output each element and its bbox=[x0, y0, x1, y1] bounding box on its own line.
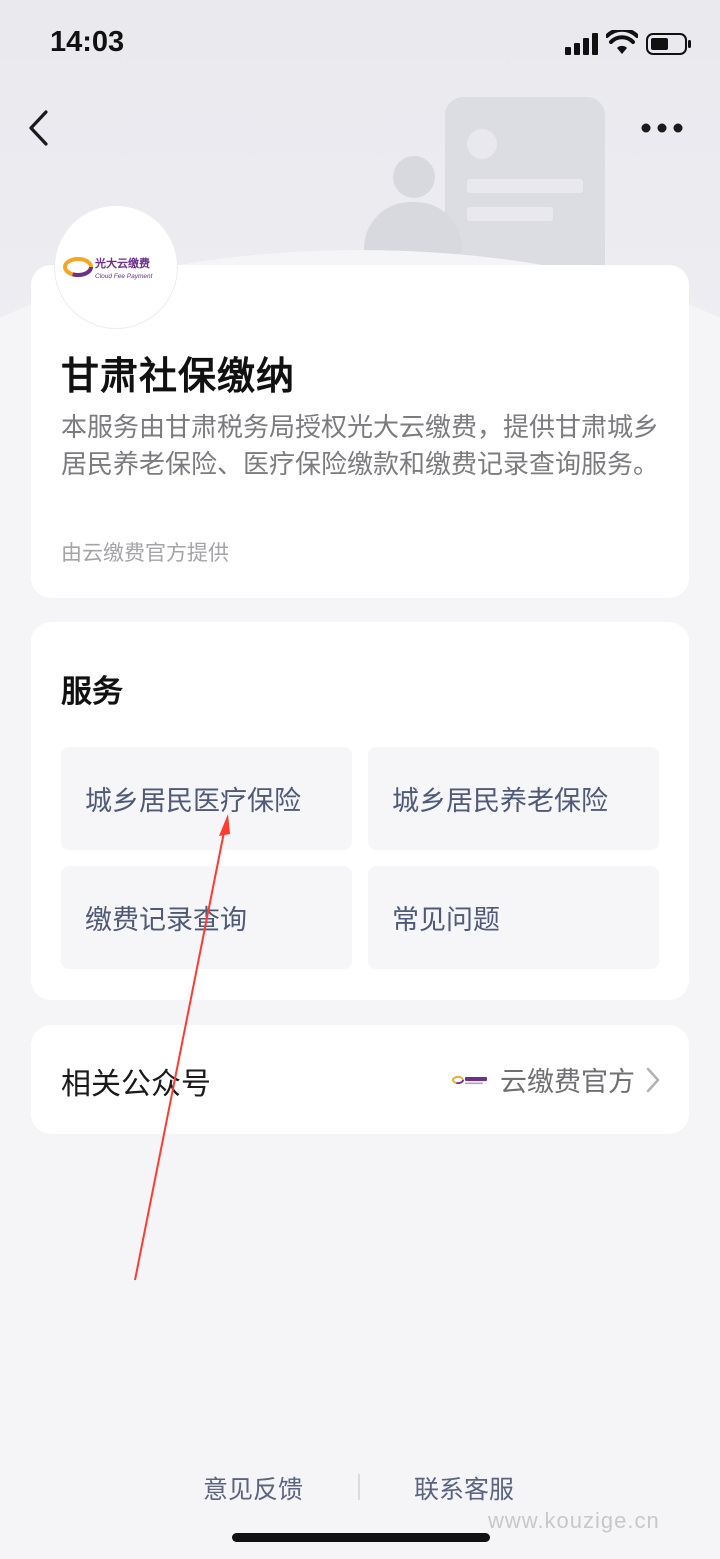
chevron-left-icon bbox=[29, 110, 48, 146]
page-title: 甘肃社保缴纳 bbox=[61, 354, 296, 398]
status-time: 14:03 bbox=[50, 26, 125, 58]
services-heading: 服务 bbox=[61, 674, 123, 710]
status-bar: 14:03 bbox=[0, 0, 720, 88]
related-account-label: 相关公众号 bbox=[61, 1067, 211, 1102]
contact-service-link[interactable]: 联系客服 bbox=[414, 1470, 514, 1506]
related-account-row[interactable]: 相关公众号 云缴费官方 bbox=[31, 1025, 689, 1134]
related-account-name: 云缴费官方 bbox=[500, 1067, 635, 1098]
chevron-right-icon bbox=[646, 1067, 660, 1092]
logo-text: 光大云缴费 bbox=[94, 256, 150, 270]
cellular-signal-icon bbox=[565, 33, 599, 55]
service-pension-insurance-button[interactable]: 城乡居民养老保险 bbox=[368, 747, 659, 850]
account-logo-icon bbox=[452, 1075, 487, 1084]
service-payment-records-button[interactable]: 缴费记录查询 bbox=[61, 866, 352, 969]
wifi-icon bbox=[606, 30, 638, 54]
more-dots-icon bbox=[641, 123, 683, 133]
decorative-person-icon bbox=[358, 150, 468, 260]
cloud-fee-logo-icon: 光大云缴费 Cloud Fee Payment bbox=[63, 256, 154, 280]
back-button[interactable] bbox=[18, 104, 58, 152]
service-logo[interactable]: 光大云缴费 Cloud Fee Payment bbox=[54, 205, 178, 329]
service-faq-button[interactable]: 常见问题 bbox=[368, 866, 659, 969]
footer-divider bbox=[358, 1474, 360, 1500]
battery-icon bbox=[646, 33, 691, 55]
service-description: 本服务由甘肃税务局授权光大云缴费，提供甘肃城乡居民养老保险、医疗保险缴款和缴费记… bbox=[61, 413, 660, 480]
logo-subtext: Cloud Fee Payment bbox=[95, 273, 154, 280]
footer-links: 意见反馈 联系客服 bbox=[0, 1470, 720, 1506]
service-provider: 由云缴费官方提供 bbox=[61, 541, 229, 565]
service-medical-insurance-button[interactable]: 城乡居民医疗保险 bbox=[61, 747, 352, 850]
feedback-link[interactable]: 意见反馈 bbox=[203, 1470, 303, 1506]
home-indicator[interactable] bbox=[232, 1533, 490, 1542]
more-options-button[interactable] bbox=[638, 110, 686, 146]
services-card: 服务 城乡居民医疗保险 城乡居民养老保险 缴费记录查询 常见问题 bbox=[31, 622, 689, 1000]
watermark: www.kouzige.cn bbox=[488, 1508, 660, 1533]
